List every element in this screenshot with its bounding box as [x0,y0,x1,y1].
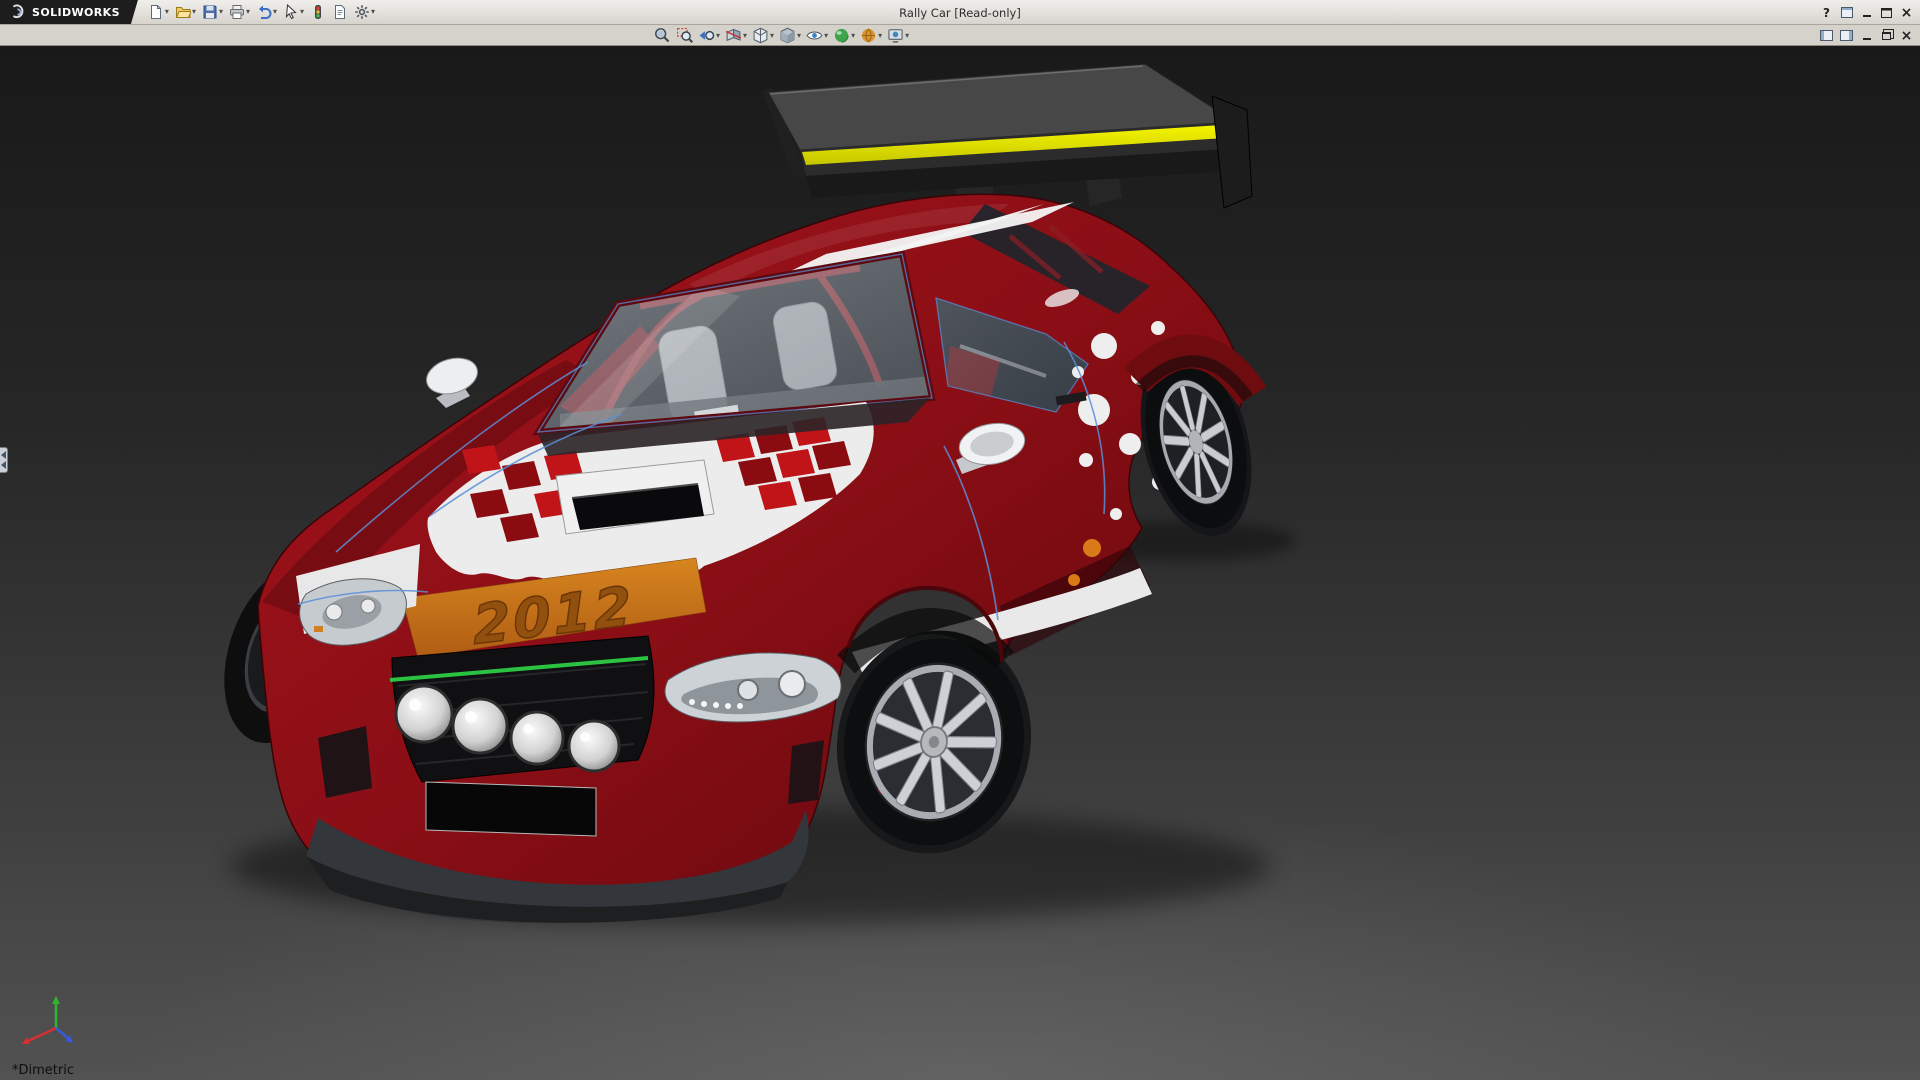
open-dropdown-arrow[interactable]: ▾ [192,8,196,16]
zoom-to-area-icon [676,27,693,44]
edit-appearance-dropdown-arrow[interactable]: ▾ [851,32,855,40]
brand-name: SOLIDWORKS [32,6,120,19]
section-view-dropdown-arrow[interactable]: ▾ [743,32,747,40]
license-plate [426,782,596,836]
select-dropdown-arrow[interactable]: ▾ [300,8,304,16]
solidworks-logo-icon [8,3,26,21]
document-title: Rally Car [Read-only] [899,0,1021,25]
open-button[interactable]: ▾ [173,2,198,23]
display-style-icon [779,27,796,44]
view-orientation-label: *Dimetric [12,1063,74,1078]
new-document-button[interactable]: ▾ [146,2,171,23]
left-mirror [422,352,481,408]
view-settings-button[interactable]: ▾ [885,25,911,46]
main-toolbar: ▾ ▾ ▾ ▾ ▾ ▾ ▾ [138,0,377,24]
rebuild-button[interactable] [308,2,328,23]
print-button[interactable]: ▾ [227,2,252,23]
section-view-icon [725,27,742,44]
save-button[interactable]: ▾ [200,2,225,23]
view-orientation-button[interactable]: ▾ [750,25,776,46]
apply-scene-icon [860,27,877,44]
x-axis [26,1028,56,1042]
previous-view-button[interactable]: ▾ [696,25,722,46]
close-button[interactable]: × [1897,27,1916,44]
undo-dropdown-arrow[interactable]: ▾ [273,8,277,16]
select-button[interactable]: ▾ [281,2,306,23]
save-dropdown-arrow[interactable]: ▾ [219,8,223,16]
file-properties-icon [332,4,348,20]
edit-appearance-button[interactable]: ▾ [831,25,857,46]
minimize-button[interactable] [1857,27,1876,44]
print-icon [229,4,245,20]
help-button[interactable]: ? [1817,4,1836,21]
graphics-viewport[interactable]: 2012 [0,46,1920,1080]
title-bar: SOLIDWORKS ▾ ▾ ▾ ▾ ▾ ▾ ▾ Rally Car [Read-only]… [0,0,1920,25]
hide-show-items-icon [806,27,823,44]
apply-scene-button[interactable]: ▾ [858,25,884,46]
zoom-to-fit-icon [654,27,671,44]
section-view-button[interactable]: ▾ [723,25,749,46]
display-pane-button[interactable] [1837,27,1856,44]
save-icon [202,4,218,20]
previous-view-dropdown-arrow[interactable]: ▾ [716,32,720,40]
car-model: 2012 [0,46,1920,1080]
zoom-to-area-button[interactable] [674,25,695,46]
minimize-button[interactable] [1857,4,1876,21]
rebuild-icon [310,4,326,20]
options-button[interactable]: ▾ [352,2,377,23]
edit-appearance-icon [833,27,850,44]
new-document-icon [148,4,164,20]
previous-view-icon [698,27,715,44]
undo-icon [256,4,272,20]
maximize-button[interactable] [1877,4,1896,21]
panel-collapse-handle[interactable] [0,447,8,473]
view-orientation-dropdown-arrow[interactable]: ▾ [770,32,774,40]
zoom-to-fit-button[interactable] [652,25,673,46]
close-button[interactable]: × [1897,4,1916,21]
view-settings-icon [887,27,904,44]
document-window-controls: × [1817,25,1916,46]
featuremanager-pane-button[interactable] [1817,27,1836,44]
rear-wheel [1122,336,1269,547]
undo-button[interactable]: ▾ [254,2,279,23]
restore-button[interactable] [1877,27,1896,44]
options-icon [354,4,370,20]
hide-show-items-dropdown-arrow[interactable]: ▾ [824,32,828,40]
print-dropdown-arrow[interactable]: ▾ [246,8,250,16]
titlebar-controls: ?× [1817,0,1916,25]
heads-up-toolbar: ▾ ▾ ▾ ▾ ▾ ▾ ▾ ▾ [652,25,911,46]
select-icon [283,4,299,20]
solidworks-logo: SOLIDWORKS [0,0,138,24]
display-style-button[interactable]: ▾ [777,25,803,46]
options-dropdown-arrow[interactable]: ▾ [371,8,375,16]
file-properties-button[interactable] [330,2,350,23]
open-icon [175,4,191,20]
display-style-dropdown-arrow[interactable]: ▾ [797,32,801,40]
apply-scene-dropdown-arrow[interactable]: ▾ [878,32,882,40]
new-document-dropdown-arrow[interactable]: ▾ [165,8,169,16]
hide-show-items-button[interactable]: ▾ [804,25,830,46]
view-settings-dropdown-arrow[interactable]: ▾ [905,32,909,40]
reference-triad [14,992,80,1058]
view-toolbar-row: ▾ ▾ ▾ ▾ ▾ ▾ ▾ ▾ × [0,25,1920,46]
task-pane-button[interactable] [1837,4,1856,21]
view-orientation-icon [752,27,769,44]
